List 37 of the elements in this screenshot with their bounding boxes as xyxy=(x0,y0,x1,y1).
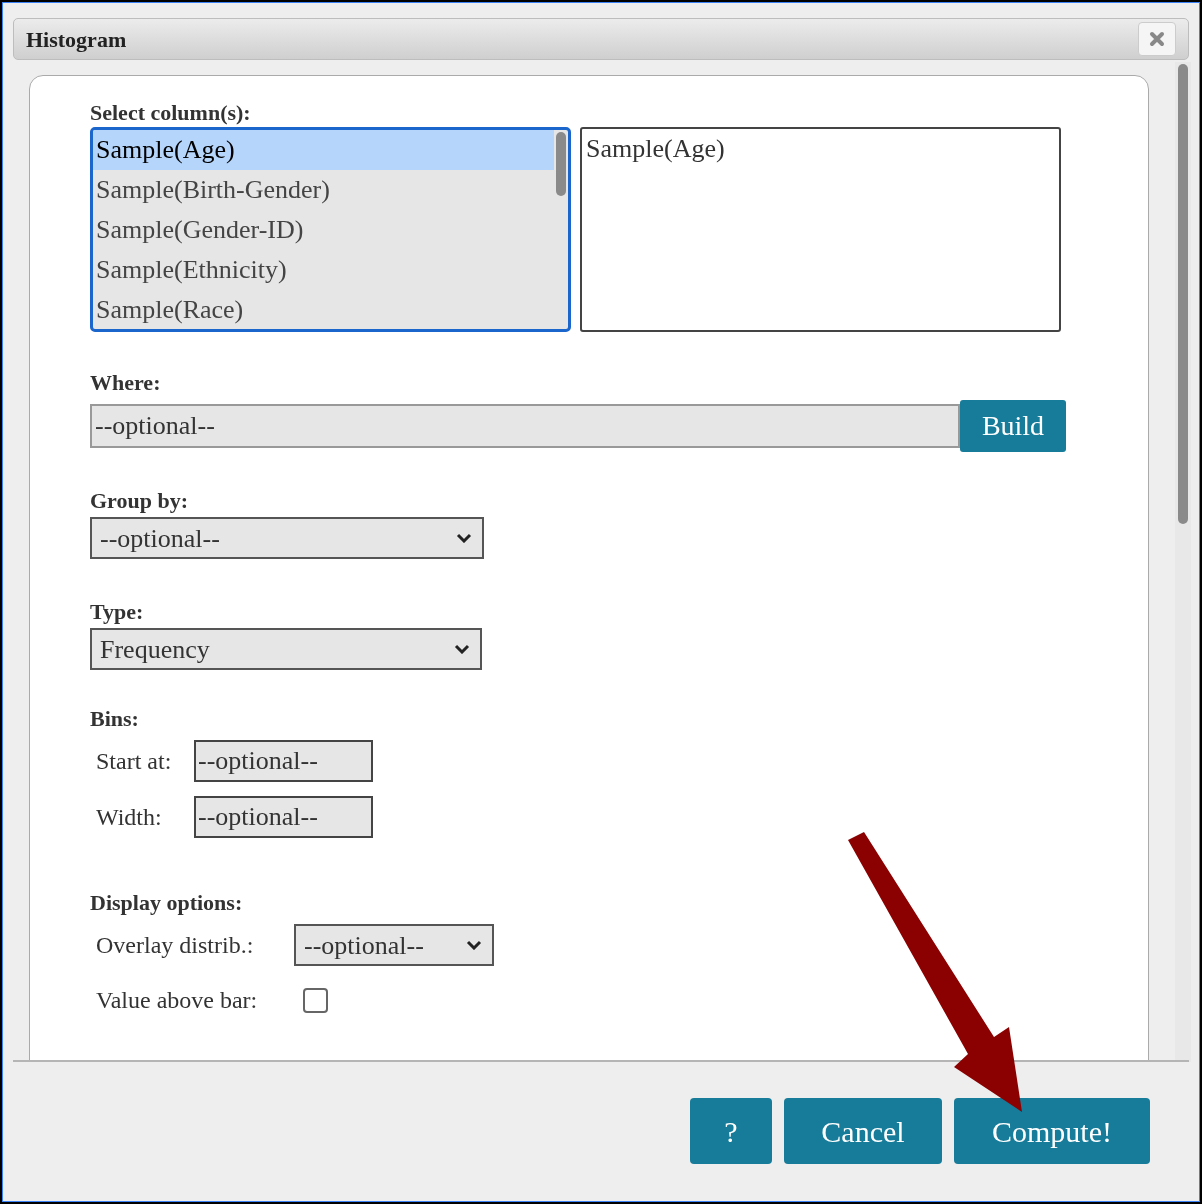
field-label: Where: xyxy=(90,370,161,396)
chevron-icon xyxy=(466,940,482,950)
field-label: Bins: xyxy=(90,706,139,732)
field-label: Group by: xyxy=(90,488,188,514)
field-label: Select column(s): xyxy=(90,100,251,126)
build-button[interactable]: Build xyxy=(960,400,1066,452)
selected-column: Sample(Age) xyxy=(586,130,725,168)
field-label: Overlay distrib.: xyxy=(96,931,255,960)
field-label: Display options: xyxy=(90,890,243,916)
scrollbar-thumb[interactable] xyxy=(556,132,566,196)
checkbox[interactable] xyxy=(303,987,328,1013)
where-field[interactable]: --optional-- xyxy=(90,404,960,448)
chevron-icon xyxy=(456,533,472,543)
close-icon xyxy=(1149,31,1165,47)
dialog-button[interactable]: ? xyxy=(690,1098,772,1164)
field-label: Value above bar: xyxy=(96,986,259,1015)
chevron-icon xyxy=(454,644,470,654)
column-listbox[interactable]: Sample(Age) Sample(Birth-Gender) Sample(Gender-ID) Sample(Ethnicity) Sample(Race) xyxy=(90,127,571,332)
window-title: Histogram xyxy=(26,25,127,54)
scrollbar[interactable] xyxy=(1175,62,1191,1062)
close-button[interactable] xyxy=(1138,22,1176,56)
dropdown[interactable]: --optional-- xyxy=(90,517,484,559)
list-option[interactable]: Sample(Gender-ID) xyxy=(93,210,554,250)
dropdown[interactable]: --optional-- xyxy=(294,924,494,966)
list-option[interactable]: Sample(Birth-Gender) xyxy=(93,170,554,210)
dialog-button[interactable]: Compute! xyxy=(954,1098,1150,1164)
list-option[interactable]: Sample(Race) xyxy=(93,290,554,329)
dropdown[interactable]: Frequency xyxy=(90,628,482,670)
selected-columns-box[interactable]: Sample(Age) xyxy=(580,127,1061,332)
field-label: Start at: xyxy=(96,747,173,776)
bin-field[interactable]: --optional-- xyxy=(194,796,373,838)
list-option[interactable]: Sample(Age) xyxy=(93,130,554,170)
bin-field[interactable]: --optional-- xyxy=(194,740,373,782)
field-label: Width: xyxy=(96,803,163,832)
list-option[interactable]: Sample(Ethnicity) xyxy=(93,250,554,290)
field-label: Type: xyxy=(90,599,144,625)
dialog-button[interactable]: Cancel xyxy=(784,1098,942,1164)
